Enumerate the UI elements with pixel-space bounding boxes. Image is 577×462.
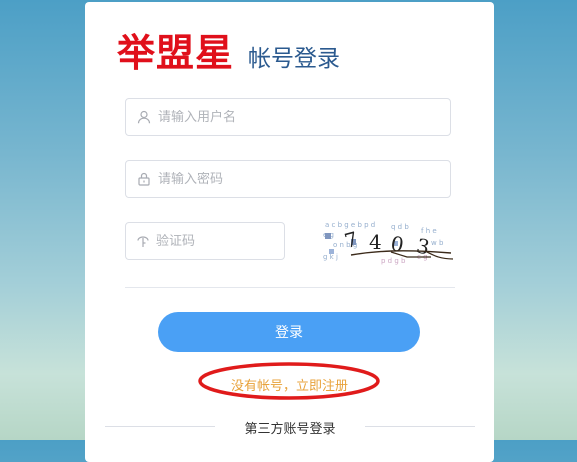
register-link[interactable]: 没有帐号，立即注册	[85, 375, 494, 394]
captcha-field[interactable]	[125, 222, 326, 260]
login-button[interactable]: 登录	[158, 312, 420, 352]
captcha-input[interactable]	[156, 233, 326, 249]
svg-text:w b: w b	[431, 239, 444, 247]
svg-text:g k j: g k j	[323, 253, 338, 261]
third-party-label: 第三方账号登录	[244, 422, 336, 437]
username-field[interactable]	[125, 98, 451, 136]
key-icon	[136, 233, 150, 249]
password-input[interactable]	[158, 171, 450, 187]
user-icon	[136, 109, 152, 125]
page-title: 帐号登录	[248, 46, 341, 72]
login-card: 举盟星 帐号登录 a c b g e b p d e g q d b f h e…	[85, 2, 494, 462]
svg-text:p d g b: p d g b	[381, 257, 406, 265]
brand-header: 举盟星 帐号登录	[117, 22, 340, 77]
username-input[interactable]	[158, 109, 450, 125]
password-field[interactable]	[125, 160, 451, 198]
captcha-char-2: 4	[369, 230, 382, 254]
captcha-image[interactable]: a c b g e b p d e g q d b f h e o n b g …	[321, 219, 455, 267]
brand-logo: 举盟星	[117, 30, 235, 75]
third-party-login: 第三方账号登录	[105, 416, 475, 437]
svg-text:q d b: q d b	[391, 223, 409, 231]
lock-icon	[136, 171, 152, 187]
form-divider	[125, 287, 455, 288]
